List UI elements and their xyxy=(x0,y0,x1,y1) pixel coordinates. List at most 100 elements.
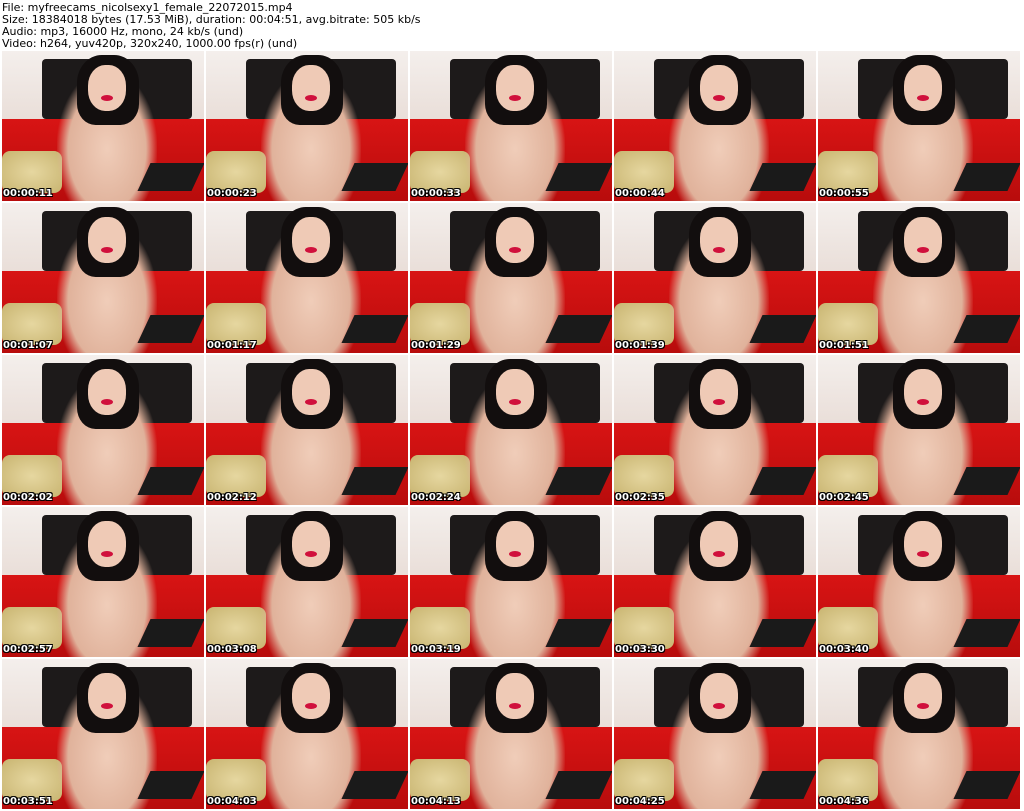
gold-pillow xyxy=(2,759,62,801)
lips xyxy=(509,703,521,709)
video-frame-thumbnail: 00:02:24 xyxy=(410,355,612,505)
video-frame-thumbnail: 00:03:19 xyxy=(410,507,612,657)
gold-pillow xyxy=(2,303,62,345)
frame-timestamp: 00:01:07 xyxy=(3,340,53,351)
frame-timestamp: 00:00:55 xyxy=(819,188,869,199)
frame-timestamp: 00:01:51 xyxy=(819,340,869,351)
face xyxy=(700,673,738,719)
lips xyxy=(509,551,521,557)
lips xyxy=(917,247,929,253)
lips xyxy=(101,399,113,405)
video-frame-thumbnail: 00:04:25 xyxy=(614,659,816,809)
lips xyxy=(509,247,521,253)
gold-pillow xyxy=(2,455,62,497)
face xyxy=(496,217,534,263)
face xyxy=(88,673,126,719)
video-frame-thumbnail: 00:02:57 xyxy=(2,507,204,657)
frame-timestamp: 00:03:51 xyxy=(3,796,53,807)
gold-pillow xyxy=(410,151,470,193)
frame-timestamp: 00:04:25 xyxy=(615,796,665,807)
face xyxy=(496,673,534,719)
lips xyxy=(305,399,317,405)
lips xyxy=(917,95,929,101)
gold-pillow xyxy=(614,759,674,801)
frame-timestamp: 00:01:29 xyxy=(411,340,461,351)
lips xyxy=(101,95,113,101)
face xyxy=(700,521,738,567)
face xyxy=(904,521,942,567)
lips xyxy=(509,95,521,101)
video-frame-thumbnail: 00:02:35 xyxy=(614,355,816,505)
lips xyxy=(917,399,929,405)
lips xyxy=(917,551,929,557)
lips xyxy=(509,399,521,405)
video-frame-thumbnail: 00:00:11 xyxy=(2,51,204,201)
frame-timestamp: 00:00:44 xyxy=(615,188,665,199)
video-frame-thumbnail: 00:01:29 xyxy=(410,203,612,353)
video-frame-thumbnail: 00:01:07 xyxy=(2,203,204,353)
gold-pillow xyxy=(614,303,674,345)
frame-timestamp: 00:01:17 xyxy=(207,340,257,351)
video-info-line: Video: h264, yuv420p, 320x240, 1000.00 f… xyxy=(2,37,298,50)
video-frame-thumbnail: 00:04:03 xyxy=(206,659,408,809)
lips xyxy=(917,703,929,709)
gold-pillow xyxy=(818,455,878,497)
video-frame-thumbnail: 00:03:40 xyxy=(818,507,1020,657)
frame-timestamp: 00:00:33 xyxy=(411,188,461,199)
gold-pillow xyxy=(410,759,470,801)
video-frame-thumbnail: 00:03:30 xyxy=(614,507,816,657)
video-frame-thumbnail: 00:00:44 xyxy=(614,51,816,201)
gold-pillow xyxy=(206,455,266,497)
lips xyxy=(305,95,317,101)
gold-pillow xyxy=(206,607,266,649)
face xyxy=(292,65,330,111)
gold-pillow xyxy=(614,607,674,649)
face xyxy=(292,521,330,567)
lips xyxy=(713,703,725,709)
frame-timestamp: 00:00:11 xyxy=(3,188,53,199)
gold-pillow xyxy=(410,455,470,497)
gold-pillow xyxy=(410,303,470,345)
lips xyxy=(305,247,317,253)
video-frame-thumbnail: 00:04:36 xyxy=(818,659,1020,809)
video-frame-thumbnail: 00:02:45 xyxy=(818,355,1020,505)
face xyxy=(292,217,330,263)
frame-timestamp: 00:03:19 xyxy=(411,644,461,655)
gold-pillow xyxy=(206,759,266,801)
frame-timestamp: 00:02:12 xyxy=(207,492,257,503)
lips xyxy=(713,247,725,253)
face xyxy=(88,369,126,415)
frame-timestamp: 00:02:24 xyxy=(411,492,461,503)
frame-timestamp: 00:04:13 xyxy=(411,796,461,807)
face xyxy=(292,673,330,719)
gold-pillow xyxy=(818,151,878,193)
frame-timestamp: 00:00:23 xyxy=(207,188,257,199)
video-frame-thumbnail: 00:00:33 xyxy=(410,51,612,201)
face xyxy=(88,217,126,263)
gold-pillow xyxy=(206,303,266,345)
video-frame-thumbnail: 00:04:13 xyxy=(410,659,612,809)
video-frame-thumbnail: 00:02:02 xyxy=(2,355,204,505)
face xyxy=(700,217,738,263)
face xyxy=(904,369,942,415)
video-frame-thumbnail: 00:01:51 xyxy=(818,203,1020,353)
frame-timestamp: 00:02:45 xyxy=(819,492,869,503)
lips xyxy=(305,551,317,557)
gold-pillow xyxy=(818,607,878,649)
lips xyxy=(713,399,725,405)
gold-pillow xyxy=(2,607,62,649)
lips xyxy=(101,247,113,253)
frame-timestamp: 00:03:30 xyxy=(615,644,665,655)
face xyxy=(496,521,534,567)
gold-pillow xyxy=(818,303,878,345)
thumbnail-grid: 00:00:11 00:00:23 00:00:33 00:00:44 00:00:55… xyxy=(2,51,1022,811)
frame-timestamp: 00:02:35 xyxy=(615,492,665,503)
face xyxy=(904,217,942,263)
video-frame-thumbnail: 00:00:23 xyxy=(206,51,408,201)
face xyxy=(88,65,126,111)
face xyxy=(700,65,738,111)
lips xyxy=(101,703,113,709)
frame-timestamp: 00:04:36 xyxy=(819,796,869,807)
gold-pillow xyxy=(2,151,62,193)
lips xyxy=(713,95,725,101)
